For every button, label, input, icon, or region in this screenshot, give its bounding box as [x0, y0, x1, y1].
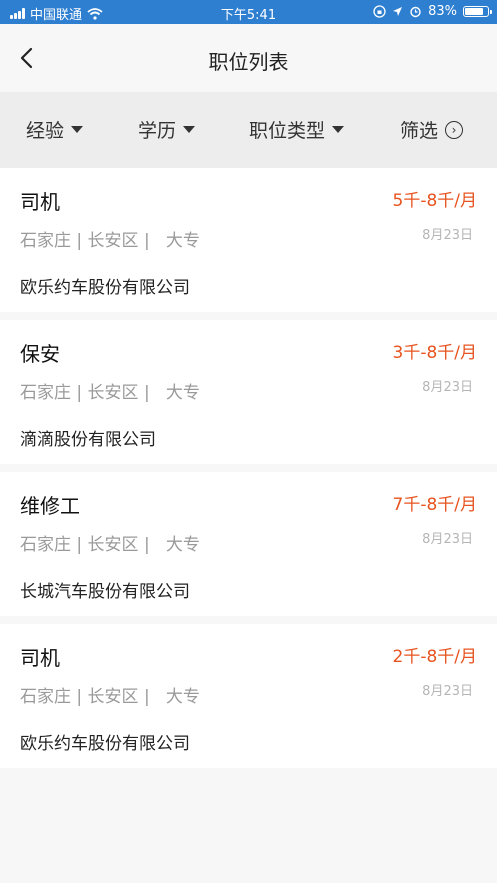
job-location: 石家庄 | 长安区 | 大专 — [20, 535, 200, 555]
caret-down-icon — [332, 126, 345, 133]
job-salary: 3千-8千/月 — [392, 343, 478, 363]
status-right: 83% — [373, 4, 492, 19]
job-location: 石家庄 | 长安区 | 大专 — [20, 231, 200, 251]
job-company: 滴滴股份有限公司 — [20, 430, 156, 450]
battery-icon — [463, 6, 492, 17]
job-card[interactable]: 司机 2千-8千/月 石家庄 | 长安区 | 大专 8月23日 欧乐约车股份有限… — [0, 624, 497, 768]
job-card[interactable]: 司机 5千-8千/月 石家庄 | 长安区 | 大专 8月23日 欧乐约车股份有限… — [0, 168, 497, 312]
job-company: 长城汽车股份有限公司 — [20, 582, 190, 602]
alarm-icon — [410, 6, 421, 18]
lock-rotation-icon — [373, 5, 386, 18]
job-card[interactable]: 维修工 7千-8千/月 石家庄 | 长安区 | 大专 8月23日 长城汽车股份有… — [0, 472, 497, 616]
job-card[interactable]: 保安 3千-8千/月 石家庄 | 长安区 | 大专 8月23日 滴滴股份有限公司 — [0, 320, 497, 464]
filter-label: 经验 — [26, 120, 65, 142]
filter-label: 学历 — [138, 120, 177, 142]
job-title: 保安 — [20, 342, 60, 366]
job-title: 司机 — [20, 190, 60, 214]
filter-label: 职位类型 — [249, 120, 326, 142]
job-date: 8月23日 — [422, 684, 473, 699]
page-title: 职位列表 — [208, 50, 289, 74]
filter-experience[interactable]: 经验 — [26, 116, 84, 143]
job-location: 石家庄 | 长安区 | 大专 — [20, 383, 200, 403]
filter-label: 筛选 — [400, 120, 439, 142]
caret-down-icon — [71, 126, 84, 133]
caret-down-icon — [183, 126, 196, 133]
job-company: 欧乐约车股份有限公司 — [20, 734, 190, 754]
job-company: 欧乐约车股份有限公司 — [20, 278, 190, 298]
job-date: 8月23日 — [422, 380, 473, 395]
battery-percent: 83% — [428, 4, 457, 19]
filter-more[interactable]: 筛选 › — [400, 116, 464, 143]
filter-education[interactable]: 学历 — [138, 116, 196, 143]
location-arrow-icon — [393, 7, 403, 16]
filter-job-type[interactable]: 职位类型 — [249, 116, 345, 143]
status-bar: 中国联通 下午5:41 83% — [0, 0, 497, 24]
circle-chevron-right-icon: › — [445, 120, 464, 139]
filter-bar: 经验 学历 职位类型 筛选 › — [0, 92, 497, 168]
job-date: 8月23日 — [422, 532, 473, 547]
job-title: 维修工 — [20, 494, 80, 518]
job-date: 8月23日 — [422, 228, 473, 243]
job-salary: 2千-8千/月 — [392, 647, 478, 667]
job-salary: 5千-8千/月 — [392, 191, 478, 211]
job-salary: 7千-8千/月 — [392, 495, 478, 515]
nav-bar: 职位列表 — [0, 24, 497, 92]
job-location: 石家庄 | 长安区 | 大专 — [20, 687, 200, 707]
job-title: 司机 — [20, 646, 60, 670]
